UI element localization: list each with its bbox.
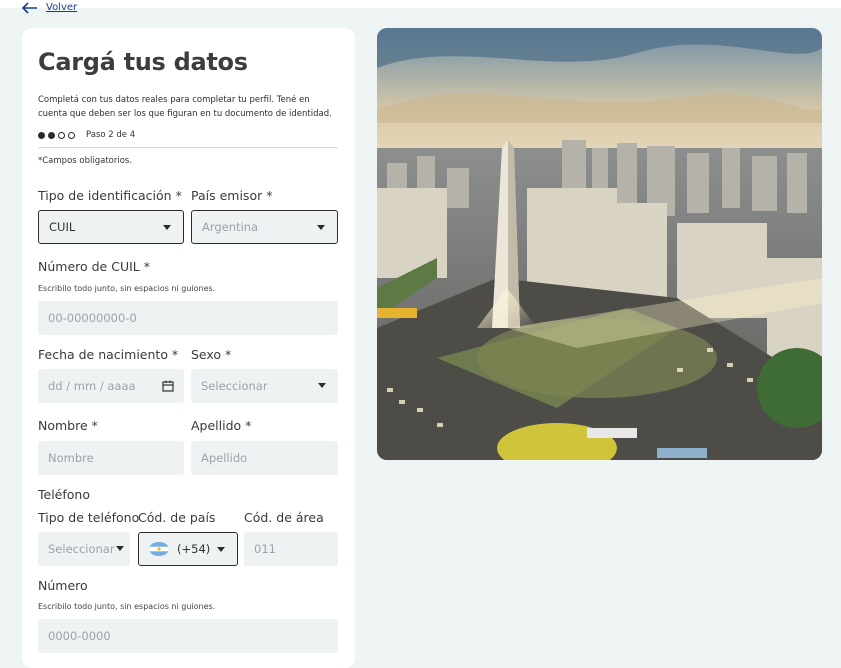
back-link[interactable]: Volver: [20, 1, 77, 15]
sex-label: Sexo *: [191, 347, 232, 362]
last-name-placeholder: Apellido: [201, 451, 248, 465]
sex-select[interactable]: Seleccionar: [191, 369, 338, 403]
birth-date-label: Fecha de nacimiento *: [38, 347, 179, 362]
buenos-aires-obelisk-image: [377, 28, 822, 460]
step-dot-2: [48, 131, 55, 139]
chevron-down-icon: [217, 547, 225, 552]
step-dot-1: [38, 131, 45, 139]
country-code-label: Cód. de país: [138, 510, 216, 525]
divider: [38, 147, 338, 148]
birth-date-input[interactable]: dd / mm / aaaa: [38, 369, 184, 403]
chevron-down-icon: [317, 225, 325, 230]
required-note: *Campos obligatorios.: [38, 156, 133, 166]
phone-type-label: Tipo de teléfono: [38, 510, 140, 525]
argentina-flag-icon: [149, 542, 169, 556]
first-name-label: Nombre *: [38, 418, 98, 433]
step-dot-4: [68, 131, 75, 139]
cuil-placeholder: 00-00000000-0: [48, 311, 137, 325]
last-name-input[interactable]: Apellido: [191, 441, 338, 475]
phone-number-input[interactable]: 0000-0000: [38, 619, 338, 653]
country-code-select[interactable]: (+54): [138, 532, 238, 566]
phone-section-label: Teléfono: [38, 487, 90, 502]
chevron-down-icon: [163, 225, 171, 230]
phone-type-select[interactable]: Seleccionar: [38, 532, 130, 566]
id-type-select[interactable]: CUIL: [38, 210, 184, 244]
step-label: Paso 2 de 4: [86, 130, 136, 140]
last-name-label: Apellido *: [191, 418, 252, 433]
country-issuer-select[interactable]: Argentina: [191, 210, 338, 244]
chevron-down-icon: [116, 546, 124, 551]
step-dot-3: [58, 131, 65, 139]
id-type-label: Tipo de identificación *: [38, 188, 182, 203]
first-name-placeholder: Nombre: [48, 451, 94, 465]
page-title: Cargá tus datos: [38, 48, 248, 76]
area-code-input[interactable]: 011: [244, 532, 338, 566]
area-code-placeholder: 011: [254, 542, 276, 556]
calendar-icon[interactable]: [162, 380, 174, 392]
phone-number-hint: Escribilo todo junto, sin espacios ni gu…: [38, 602, 216, 611]
cuil-label: Número de CUIL *: [38, 259, 150, 274]
step-indicator: Paso 2 de 4: [38, 130, 135, 140]
country-issuer-label: País emisor *: [191, 188, 273, 203]
form-description: Completá con tus datos reales para compl…: [38, 95, 332, 119]
cuil-input[interactable]: 00-00000000-0: [38, 301, 338, 335]
city-photo: [377, 28, 822, 460]
first-name-input[interactable]: Nombre: [38, 441, 184, 475]
top-bar: [0, 0, 841, 8]
cuil-hint: Escribilo todo junto, sin espacios ni gu…: [38, 284, 216, 293]
area-code-label: Cód. de área: [244, 510, 324, 525]
phone-number-label: Número: [38, 578, 88, 593]
phone-number-placeholder: 0000-0000: [48, 629, 111, 643]
back-link-label[interactable]: Volver: [46, 2, 77, 14]
form-card: Cargá tus datos Completá con tus datos r…: [22, 28, 355, 668]
country-code-value: (+54): [177, 542, 211, 556]
arrow-left-icon: [21, 2, 37, 14]
chevron-down-icon: [318, 383, 326, 388]
